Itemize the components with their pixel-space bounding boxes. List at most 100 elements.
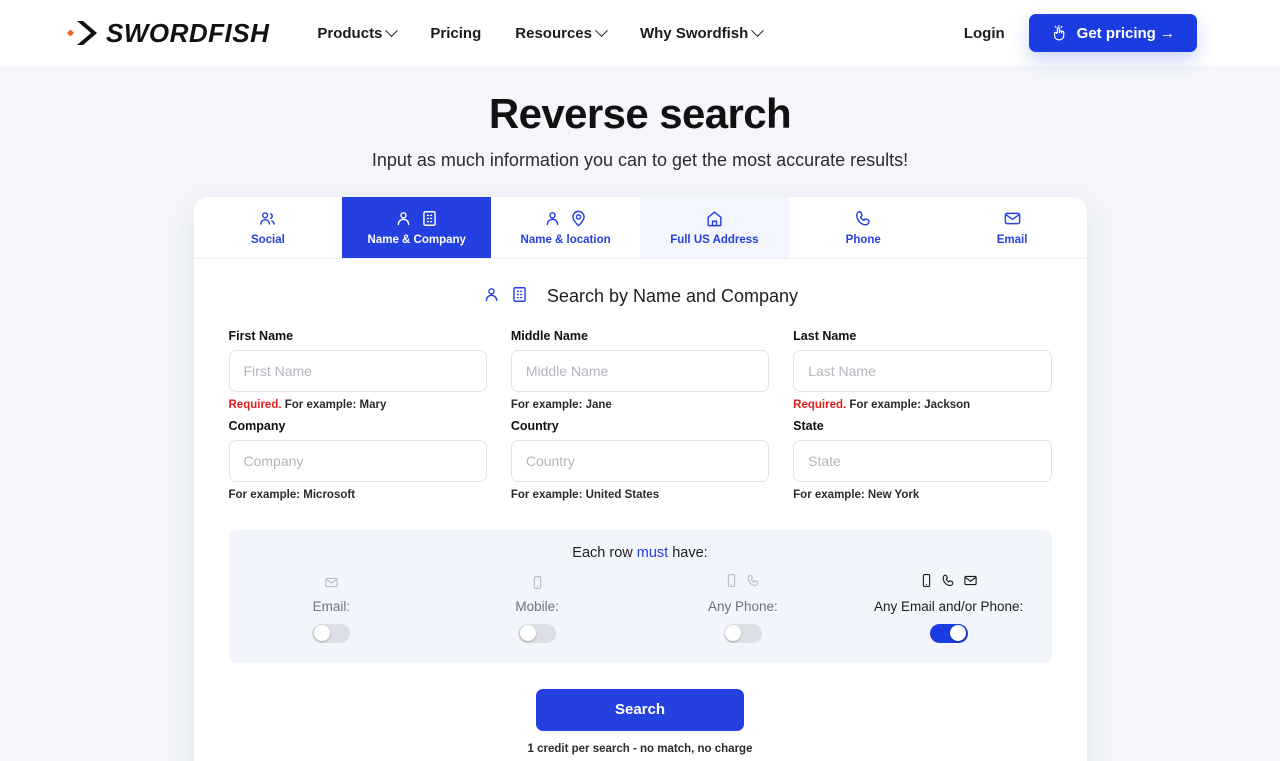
building-icon (420, 209, 439, 228)
requirement-label: Any Email and/or Phone: (874, 599, 1023, 614)
toggle-knob (950, 625, 966, 641)
field-state: State For example: New York (793, 419, 1051, 509)
mobile-icon (724, 573, 739, 593)
tab-label: Email (997, 234, 1028, 246)
phone-icon (854, 209, 873, 228)
toggle-knob (520, 625, 536, 641)
field-first-name: First Name Required. For example: Mary (229, 329, 487, 419)
field-hint: For example: United States (511, 489, 769, 501)
field-label: Country (511, 419, 769, 433)
title-after: have: (668, 545, 708, 561)
get-pricing-button[interactable]: Get pricing → (1029, 14, 1197, 52)
get-pricing-label: Get pricing → (1077, 25, 1175, 42)
field-label: Middle Name (511, 329, 769, 343)
site-header: SWORDFISH Products Pricing Resources Why… (0, 0, 1280, 66)
search-button[interactable]: Search (536, 689, 744, 731)
tab-label: Social (251, 234, 285, 246)
phone-icon (941, 573, 956, 593)
first-name-input[interactable] (229, 350, 487, 392)
tab-name-and-company[interactable]: Name & Company (342, 197, 491, 258)
must-link[interactable]: must (637, 545, 668, 561)
pointer-hand-icon (1051, 25, 1068, 42)
search-type-tabs: Social Name & Company (194, 197, 1087, 259)
person-icon (394, 209, 413, 228)
logo[interactable]: SWORDFISH (66, 18, 269, 49)
tab-full-us-address[interactable]: Full US Address (640, 197, 789, 258)
field-label: State (793, 419, 1051, 433)
chevron-down-icon (386, 24, 399, 37)
country-input[interactable] (511, 440, 769, 482)
company-input[interactable] (229, 440, 487, 482)
requirement-label: Any Phone: (708, 599, 778, 614)
login-link[interactable]: Login (964, 25, 1005, 42)
tab-label: Name & location (521, 234, 611, 246)
required-marker: Required. (793, 399, 846, 411)
swordfish-arrow-logo-icon (66, 18, 102, 48)
tab-social[interactable]: Social (194, 197, 343, 258)
nav-label: Resources (515, 25, 592, 42)
hint-text: For example: Jackson (849, 399, 970, 411)
tab-label: Full US Address (670, 234, 758, 246)
toggle-knob (725, 625, 741, 641)
people-icon (258, 209, 277, 228)
middle-name-input[interactable] (511, 350, 769, 392)
field-company: Company For example: Microsoft (229, 419, 487, 509)
requirement-label: Email: (313, 599, 351, 614)
person-icon (482, 285, 501, 309)
phone-icon (746, 573, 761, 593)
hero-section: Reverse search Input as much information… (0, 66, 1280, 171)
row-requirements-title: Each row must have: (229, 545, 1052, 561)
search-action-area: Search 1 credit per search - no match, n… (229, 663, 1052, 761)
state-input[interactable] (793, 440, 1051, 482)
main-navigation: Products Pricing Resources Why Swordfish (317, 25, 762, 42)
field-middle-name: Middle Name For example: Jane (511, 329, 769, 419)
mobile-icon (919, 573, 934, 593)
any-email-or-phone-toggle[interactable] (930, 624, 968, 643)
form-heading-title: Search by Name and Company (547, 286, 798, 307)
requirement-any-phone: Any Phone: (640, 575, 846, 643)
tab-phone[interactable]: Phone (789, 197, 938, 258)
tab-email[interactable]: Email (938, 197, 1087, 258)
requirement-toggles: Email: Mobile: (229, 575, 1052, 643)
tab-name-and-location[interactable]: Name & location (491, 197, 640, 258)
search-credit-note: 1 credit per search - no match, no charg… (229, 743, 1052, 755)
email-toggle[interactable] (312, 624, 350, 643)
any-phone-toggle[interactable] (724, 624, 762, 643)
row-requirements-panel: Each row must have: Email: (229, 530, 1052, 663)
form-grid-row-1: First Name Required. For example: Mary M… (229, 329, 1052, 419)
logo-text: SWORDFISH (106, 18, 269, 49)
chevron-down-icon (751, 24, 764, 37)
field-hint: Required. For example: Jackson (793, 399, 1051, 411)
mobile-toggle[interactable] (518, 624, 556, 643)
toggle-knob (314, 625, 330, 641)
tab-label: Name & Company (368, 234, 466, 246)
envelope-icon (1003, 209, 1022, 228)
field-hint: For example: New York (793, 489, 1051, 501)
last-name-input[interactable] (793, 350, 1051, 392)
building-icon (510, 285, 529, 309)
nav-item-why-swordfish[interactable]: Why Swordfish (640, 25, 762, 42)
search-form: First Name Required. For example: Mary M… (194, 329, 1087, 761)
tab-label: Phone (846, 234, 881, 246)
envelope-icon (324, 575, 339, 591)
title-before: Each row (572, 545, 636, 561)
page-title: Reverse search (0, 88, 1280, 141)
page-subtitle: Input as much information you can to get… (0, 150, 1280, 171)
form-grid-row-2: Company For example: Microsoft Country F… (229, 419, 1052, 509)
location-pin-icon (569, 209, 588, 228)
nav-label: Pricing (430, 25, 481, 42)
nav-label: Products (317, 25, 382, 42)
nav-item-products[interactable]: Products (317, 25, 396, 42)
header-actions: Login Get pricing → (964, 14, 1280, 52)
nav-item-resources[interactable]: Resources (515, 25, 606, 42)
hint-text: For example: Mary (285, 399, 387, 411)
required-marker: Required. (229, 399, 282, 411)
envelope-icon (963, 573, 978, 593)
requirement-mobile: Mobile: (434, 575, 640, 643)
requirement-any-email-or-phone: Any Email and/or Phone: (846, 575, 1052, 643)
nav-item-pricing[interactable]: Pricing (430, 25, 481, 42)
reverse-search-card: Social Name & Company (194, 197, 1087, 761)
form-heading: Search by Name and Company (194, 259, 1087, 329)
field-last-name: Last Name Required. For example: Jackson (793, 329, 1051, 419)
field-hint: For example: Jane (511, 399, 769, 411)
